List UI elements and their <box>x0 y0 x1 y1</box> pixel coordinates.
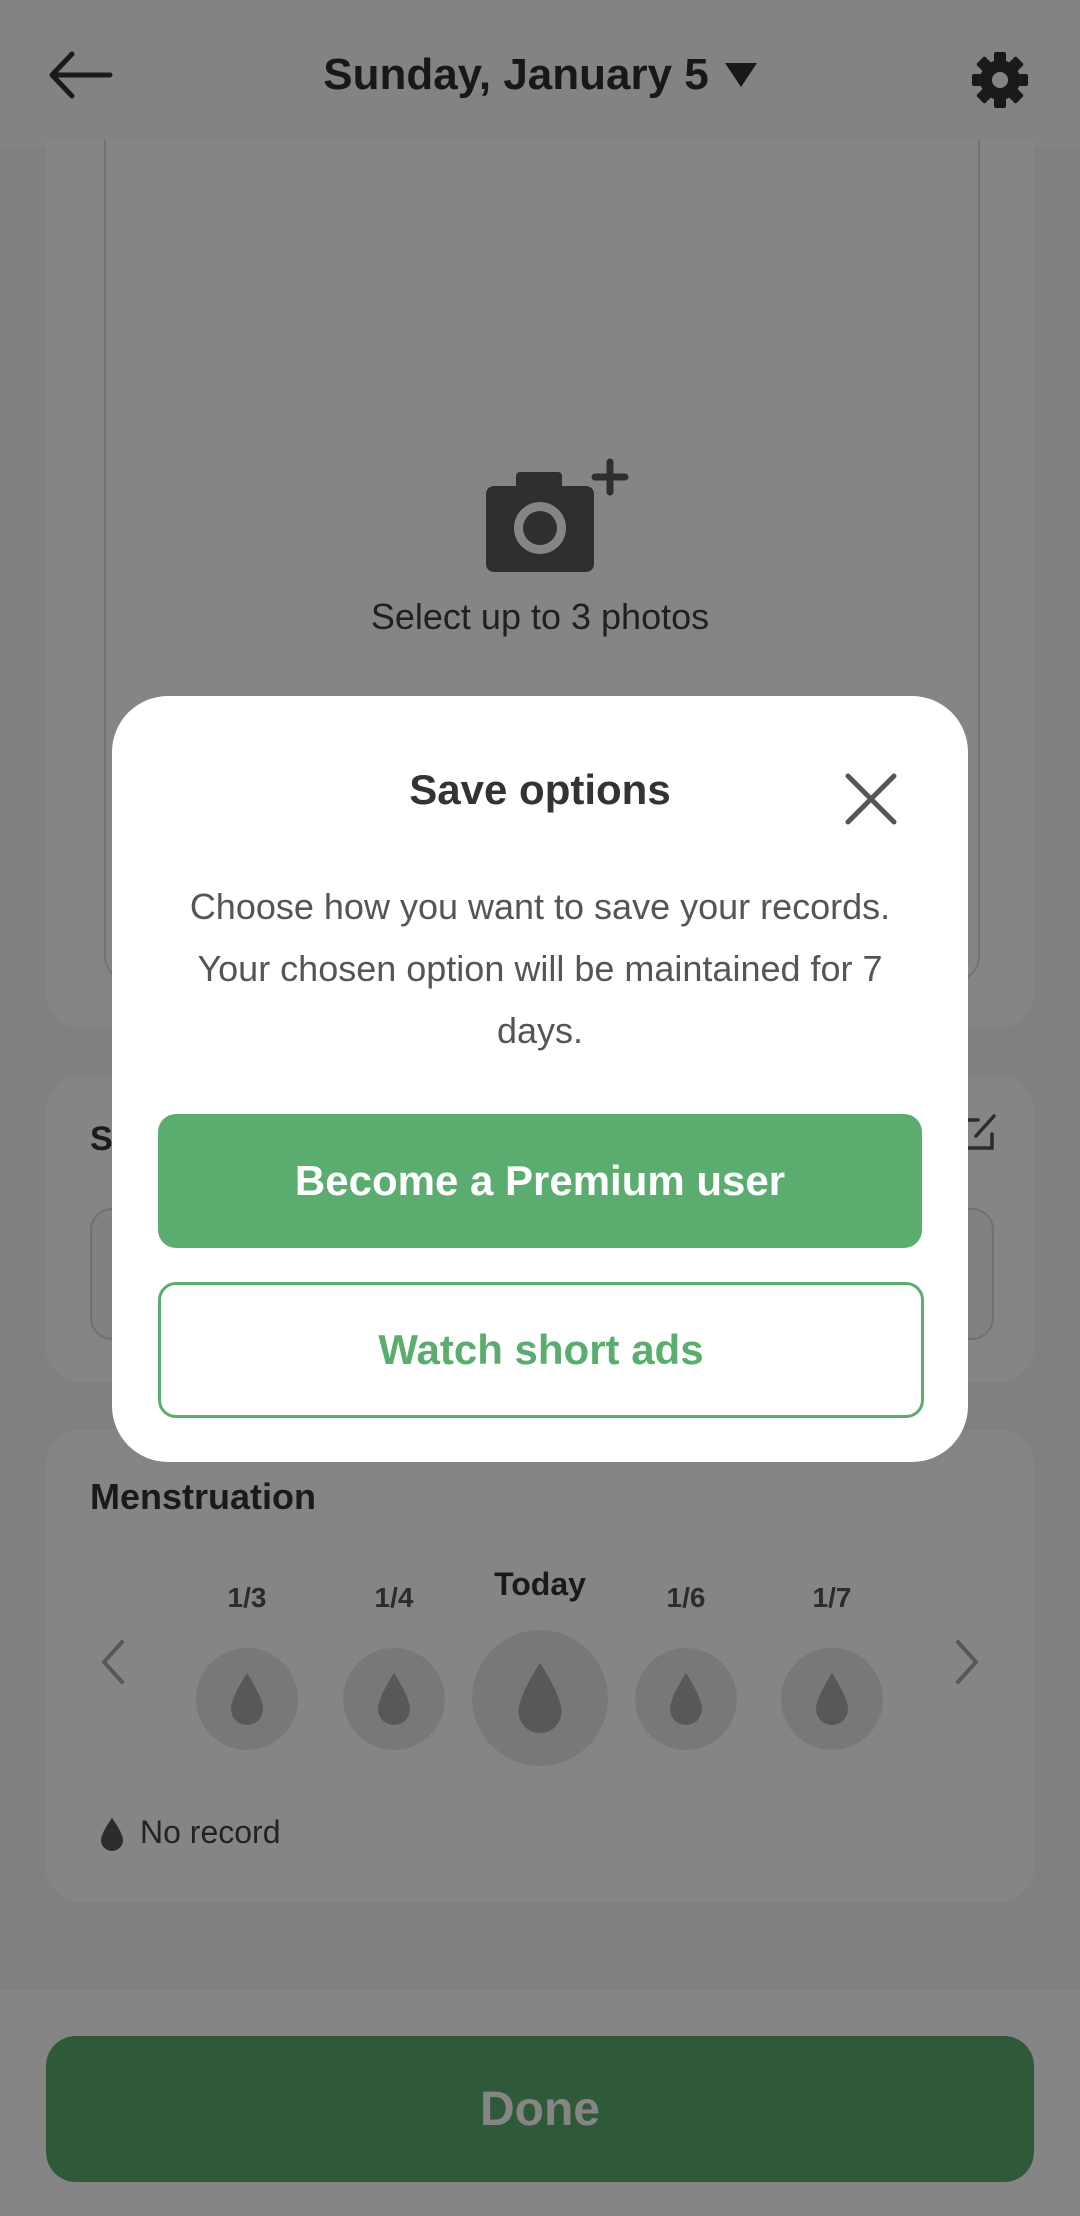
dialog-title: Save options <box>409 766 671 813</box>
watch-ads-button[interactable]: Watch short ads <box>158 1282 924 1418</box>
close-icon[interactable] <box>842 770 900 828</box>
become-premium-button[interactable]: Become a Premium user <box>158 1114 922 1248</box>
dialog-description: Choose how you want to save your records… <box>189 886 891 1051</box>
